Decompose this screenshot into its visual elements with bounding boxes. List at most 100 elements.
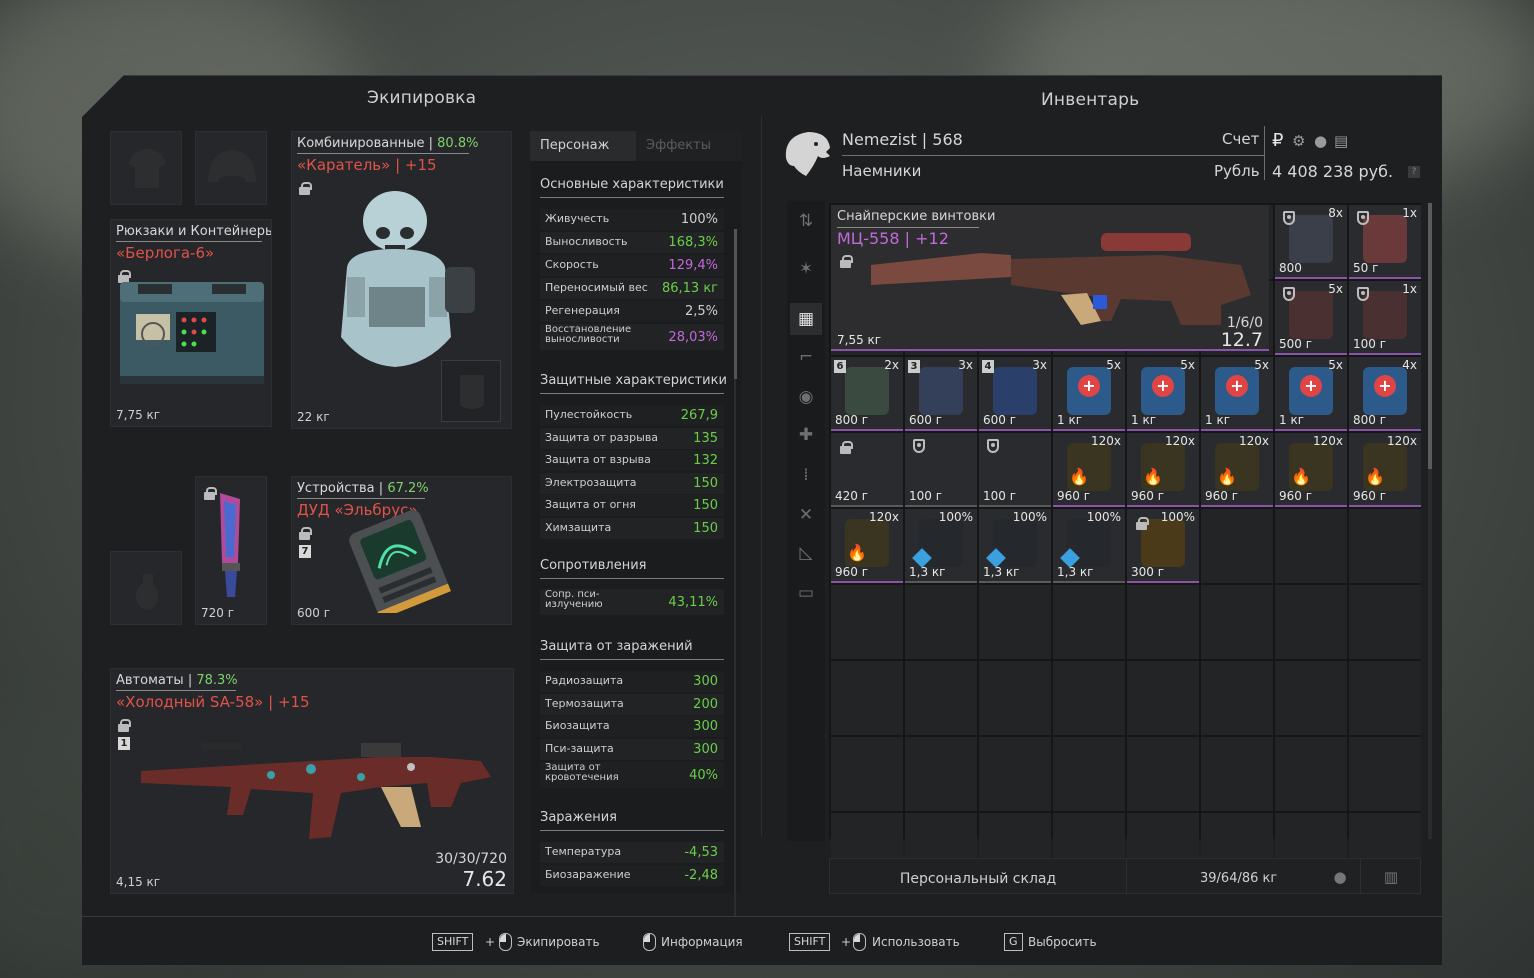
sniper-rifle-item[interactable]: Снайперские винтовки МЦ-558 | +12 1/6/0 …: [831, 205, 1269, 351]
item-image: [1289, 215, 1333, 263]
info-action[interactable]: Информация: [661, 935, 743, 949]
inventory-item[interactable]: 3 3x 600 г: [905, 357, 977, 431]
sort-icon[interactable]: ⇅: [790, 205, 822, 237]
item-weight: 600 г: [983, 413, 1017, 427]
tab-character[interactable]: Персонаж: [530, 131, 636, 161]
inventory-cell[interactable]: [1127, 661, 1199, 735]
trash-icon[interactable]: ▥: [1371, 859, 1411, 895]
inventory-cell[interactable]: [1349, 585, 1421, 659]
inventory-item[interactable]: 🔥 120x 960 г: [831, 509, 903, 583]
inventory-item[interactable]: 100 г: [905, 433, 977, 507]
inventory-item[interactable]: 🔥 120x 960 г: [1127, 433, 1199, 507]
helmet-slot[interactable]: [195, 131, 267, 205]
shirt-slot[interactable]: [110, 131, 182, 205]
inventory-item[interactable]: 100 г: [979, 433, 1051, 507]
inventory-item[interactable]: 100% 300 г: [1127, 509, 1199, 583]
inventory-item[interactable]: 1x 50 г: [1349, 205, 1421, 279]
inventory-cell[interactable]: [1127, 737, 1199, 811]
inventory-cell[interactable]: [1349, 509, 1421, 583]
inventory-item[interactable]: 100% 1,3 кг: [979, 509, 1051, 583]
inventory-item[interactable]: +5x 1 кг: [1053, 357, 1125, 431]
inventory-item[interactable]: 100% 1,3 кг: [1053, 509, 1125, 583]
inventory-item[interactable]: +4x 800 г: [1349, 357, 1421, 431]
inventory-item[interactable]: 6 2x 800 г: [831, 357, 903, 431]
inventory-item[interactable]: 🔥 120x 960 г: [1053, 433, 1125, 507]
armor-filter-icon[interactable]: ◉: [790, 381, 822, 413]
tools-filter-icon[interactable]: ✕: [790, 499, 822, 531]
inventory-cell[interactable]: [979, 585, 1051, 659]
inventory-item[interactable]: 🔥 120x 960 г: [1275, 433, 1347, 507]
weapon-filter-icon[interactable]: ⌐: [790, 341, 822, 373]
inventory-item[interactable]: +5x 1 кг: [1201, 357, 1273, 431]
backpack-slot[interactable]: Рюкзаки и Контейнеры «Берлога-6» 7,75 кг: [110, 219, 272, 427]
inventory-item[interactable]: 420 г: [831, 433, 903, 507]
blueprint-filter-icon[interactable]: ◺: [790, 537, 822, 569]
inventory-item[interactable]: 🔥 120x 960 г: [1349, 433, 1421, 507]
inventory-cell[interactable]: [1275, 661, 1347, 735]
inventory-cell[interactable]: [979, 737, 1051, 811]
inventory-cell[interactable]: [979, 661, 1051, 735]
medkit-filter-icon[interactable]: ✚: [790, 419, 822, 451]
armor-weight: 22 кг: [297, 410, 330, 424]
inventory-cell[interactable]: [1201, 509, 1273, 583]
inventory-item[interactable]: +5x 1 кг: [1275, 357, 1347, 431]
personal-storage-button[interactable]: Персональный склад: [830, 859, 1126, 893]
ruble-icon[interactable]: ₽: [1272, 130, 1283, 151]
inventory-cell[interactable]: [905, 737, 977, 811]
inventory-scroll-thumb[interactable]: [1428, 203, 1432, 469]
inventory-cell[interactable]: [831, 585, 903, 659]
artifact-filter-icon[interactable]: ✶: [790, 253, 822, 285]
inventory-cell[interactable]: [1053, 585, 1125, 659]
inventory-cell[interactable]: [1275, 737, 1347, 811]
basic-stats-title: Основные характеристики: [540, 177, 724, 192]
help-icon[interactable]: ?: [1408, 166, 1420, 178]
item-quantity: 100%: [1160, 510, 1195, 524]
inventory-cell[interactable]: [1275, 585, 1347, 659]
inventory-cell[interactable]: [905, 585, 977, 659]
stat-row: Сопр. пси-излучению 43,11%: [540, 589, 724, 615]
inventory-item[interactable]: 4 3x 600 г: [979, 357, 1051, 431]
incendiary-icon: 🔥: [1291, 467, 1311, 486]
knife-slot[interactable]: 720 г: [195, 476, 267, 625]
device-slot[interactable]: Устройства | 67.2% ДУД «Эльбрус» 7 600 г: [291, 476, 512, 625]
drop-action[interactable]: Выбросить: [1028, 935, 1097, 949]
inventory-item[interactable]: 5x 500 г: [1275, 281, 1347, 355]
item-quantity: 120x: [1386, 434, 1417, 448]
inventory-cell[interactable]: [1201, 737, 1273, 811]
inventory-item[interactable]: 🔥 120x 960 г: [1201, 433, 1273, 507]
inventory-item[interactable]: 8x 800: [1275, 205, 1347, 279]
ammo-filter-icon[interactable]: ⁞: [790, 459, 822, 491]
use-action[interactable]: Использовать: [872, 935, 960, 949]
tab-effects[interactable]: Эффекты: [636, 131, 742, 161]
inventory-cell[interactable]: [831, 661, 903, 735]
stat-row: Защита от огня 150: [540, 495, 724, 516]
gear-icon[interactable]: ⚙: [1292, 132, 1305, 150]
grid-all-icon[interactable]: ▦: [790, 303, 822, 335]
inventory-cell[interactable]: [1275, 509, 1347, 583]
inventory-item[interactable]: 1x 100 г: [1349, 281, 1421, 355]
inventory-cell[interactable]: [1349, 737, 1421, 811]
inventory-cell[interactable]: [831, 737, 903, 811]
grenade-slot[interactable]: [110, 551, 182, 625]
cards-icon[interactable]: ▤: [1334, 132, 1348, 150]
equip-action[interactable]: Экипировать: [517, 935, 600, 949]
inventory-cell[interactable]: [1349, 661, 1421, 735]
coin-icon[interactable]: ●: [1314, 132, 1327, 150]
armor-slot[interactable]: Комбинированные | 80.8% «Каратель» | +15…: [291, 131, 512, 429]
misc-filter-icon[interactable]: ▭: [790, 577, 822, 609]
inventory-cell[interactable]: [1053, 737, 1125, 811]
armor-plate-slot[interactable]: [441, 360, 501, 422]
item-weight: 1 кг: [1205, 413, 1231, 427]
inventory-cell[interactable]: [1127, 585, 1199, 659]
weight-icon[interactable]: ●: [1320, 859, 1360, 895]
primary-weapon-slot[interactable]: Автоматы | 78.3% «Холодный SA-58» | +15 …: [110, 668, 514, 894]
inventory-cell[interactable]: [1201, 585, 1273, 659]
inventory-item[interactable]: +5x 1 кг: [1127, 357, 1199, 431]
inventory-cell[interactable]: [905, 661, 977, 735]
item-quantity: 5x: [1254, 358, 1269, 372]
inventory-cell[interactable]: [1201, 661, 1273, 735]
stats-scrollbar[interactable]: [734, 229, 737, 379]
inventory-item[interactable]: 100% 1,3 кг: [905, 509, 977, 583]
protected-shield-icon: [1357, 211, 1369, 225]
inventory-cell[interactable]: [1053, 661, 1125, 735]
